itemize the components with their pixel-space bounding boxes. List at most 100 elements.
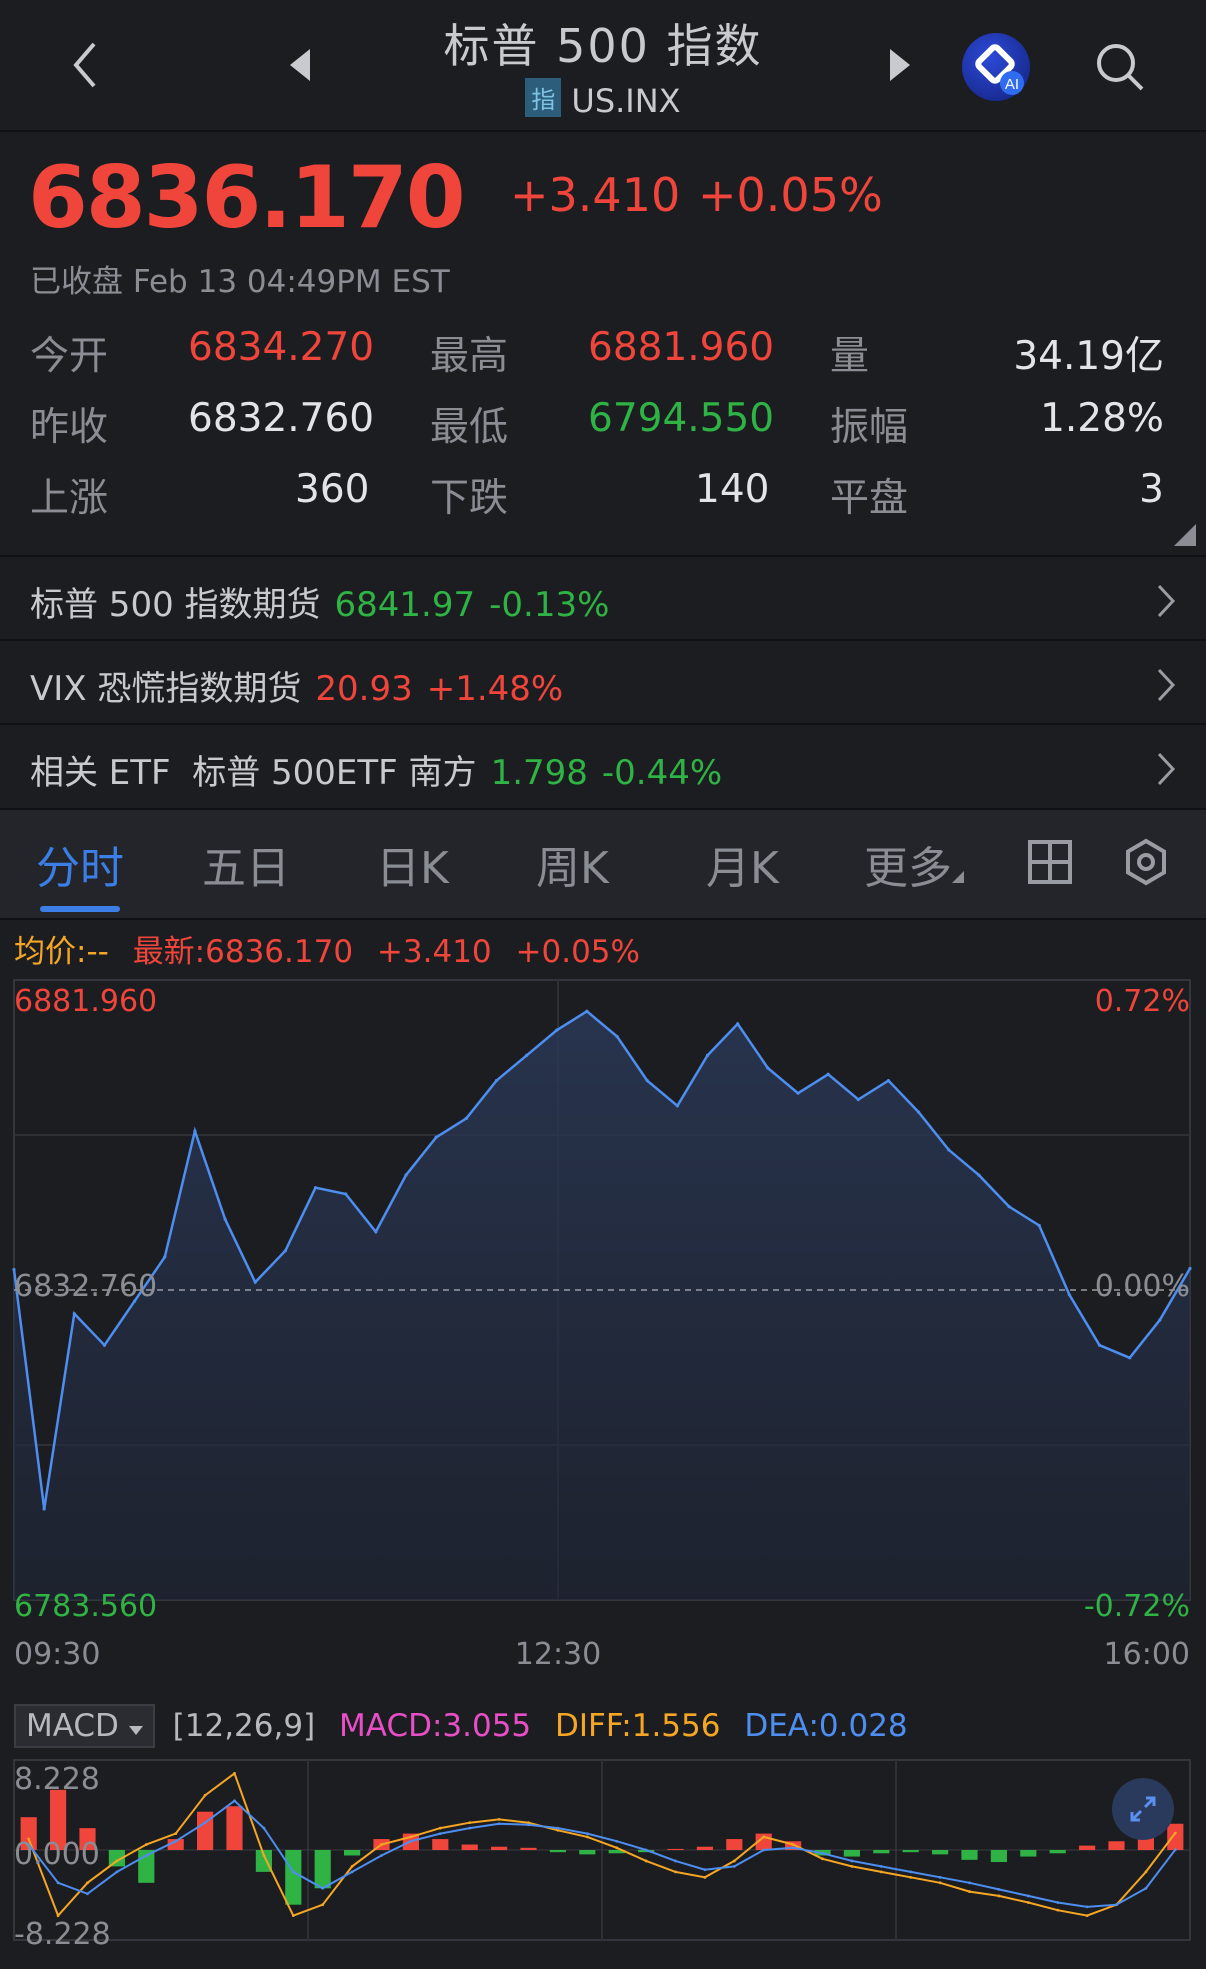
dea-point: [56, 1881, 60, 1885]
price-point: [283, 1249, 287, 1253]
open-label: 今开: [30, 334, 109, 379]
diff-point: [1085, 1914, 1089, 1918]
diff-point: [1026, 1901, 1030, 1904]
dea-point: [233, 1799, 236, 1803]
price-point: [675, 1104, 679, 1108]
ai-assistant-button[interactable]: AI: [962, 33, 1030, 101]
price-point: [42, 1507, 46, 1511]
price-point: [796, 1091, 800, 1095]
diff-point: [909, 1875, 913, 1879]
diff-point: [615, 1846, 619, 1850]
next-stock-button[interactable]: [870, 40, 930, 90]
price-point: [585, 1009, 589, 1013]
tab-daily-k[interactable]: 日K: [376, 832, 449, 896]
search-button[interactable]: [1088, 35, 1152, 99]
tab-intraday[interactable]: 分时: [36, 832, 124, 896]
prev-close-value: 6832.760: [188, 396, 375, 441]
related-row-vix[interactable]: VIX 恐慌指数期货 20.93 +1.48%: [0, 639, 1206, 723]
macd-bar: [1079, 1845, 1096, 1850]
price-point: [856, 1097, 860, 1102]
x-tick-label: 09:30: [14, 1637, 100, 1672]
diff-point: [86, 1881, 89, 1885]
dea-point: [1026, 1894, 1030, 1898]
price-area-fill: [14, 1011, 1190, 1600]
tab-weekly-k[interactable]: 周K: [536, 832, 609, 896]
diff-point: [821, 1857, 824, 1861]
low-label: 最低: [430, 405, 509, 450]
dea-point: [1144, 1886, 1148, 1890]
chart-settings-button[interactable]: [1118, 834, 1174, 890]
related-row-etf[interactable]: 相关 ETF 标普 500ETF 南方 1.798 -0.44%: [0, 723, 1206, 807]
x-tick-label: 16:00: [1104, 1637, 1190, 1672]
dea-point: [174, 1839, 178, 1843]
price-point: [464, 1116, 468, 1120]
macd-bar: [1020, 1850, 1037, 1857]
price-point: [917, 1110, 921, 1114]
expand-chart-button[interactable]: [1112, 1778, 1174, 1840]
price-point: [977, 1173, 981, 1177]
macd-bar: [873, 1850, 890, 1854]
y-left-bottom-label: 6783.560: [14, 1589, 157, 1624]
expand-corner-icon[interactable]: [1174, 524, 1196, 546]
macd-bar: [1167, 1823, 1184, 1850]
price-point: [947, 1148, 951, 1152]
macd-params: [12,26,9]: [172, 1708, 316, 1744]
price-point: [434, 1135, 438, 1139]
volume-label: 量: [830, 334, 870, 379]
flat-count-value: 3: [1139, 467, 1164, 512]
settings-hexagon-icon: [1126, 838, 1166, 886]
y-left-top-label: 6881.960: [14, 984, 157, 1019]
y-right-mid-label: 0.00%: [1095, 1269, 1190, 1304]
diff-point: [409, 1835, 413, 1839]
related-value: 6841.97: [334, 585, 476, 625]
dea-point: [732, 1865, 736, 1868]
layout-grid-button[interactable]: [1022, 834, 1078, 890]
diff-point: [380, 1843, 383, 1846]
diff-point: [762, 1835, 766, 1839]
macd-bar: [549, 1850, 566, 1853]
dea-point: [350, 1870, 354, 1874]
diff-point: [321, 1903, 325, 1907]
diff-point: [203, 1793, 207, 1797]
price-point: [1007, 1204, 1011, 1209]
dea-point: [86, 1892, 89, 1896]
related-value: 1.798: [490, 753, 588, 793]
price-point: [1037, 1223, 1041, 1228]
price-point: [1158, 1318, 1162, 1322]
active-tab-indicator: [40, 906, 120, 912]
price-point: [404, 1173, 408, 1177]
tab-monthly-k[interactable]: 月K: [706, 832, 779, 896]
related-change: -0.13%: [489, 585, 610, 625]
price-point: [766, 1066, 770, 1070]
dea-point: [850, 1859, 854, 1863]
y-right-top-label: 0.72%: [1095, 984, 1190, 1019]
low-value: 6794.550: [588, 396, 775, 441]
dea-point: [262, 1826, 266, 1830]
diff-point: [703, 1875, 707, 1879]
dea-point: [556, 1826, 560, 1830]
diff-point: [644, 1859, 648, 1863]
tab-five-day[interactable]: 五日: [202, 832, 290, 896]
dea-point: [821, 1851, 824, 1855]
price-point: [615, 1034, 619, 1039]
price-chart[interactable]: 6881.960 6832.760 6783.560 0.72% 0.00% -…: [0, 960, 1206, 1969]
price-point: [1097, 1343, 1102, 1347]
symbol-code: US.INX: [571, 82, 681, 120]
macd-bar: [1108, 1841, 1125, 1850]
dea-point: [1085, 1905, 1089, 1909]
amplitude-value: 1.28%: [1040, 396, 1164, 441]
dea-point: [321, 1886, 325, 1890]
macd-y-top-label: 8.228: [14, 1762, 100, 1797]
diff-point: [938, 1881, 942, 1885]
tab-more[interactable]: 更多: [864, 832, 964, 896]
dea-point: [909, 1870, 913, 1874]
price-point: [705, 1053, 710, 1057]
macd-bar: [726, 1839, 743, 1850]
related-row-futures[interactable]: 标普 500 指数期货 6841.97 -0.13%: [0, 555, 1206, 639]
indicator-selector[interactable]: MACD: [14, 1704, 155, 1748]
dea-point: [527, 1823, 530, 1827]
dea-point: [997, 1887, 1001, 1891]
volume-value: 34.19亿: [1013, 334, 1164, 379]
dea-point: [203, 1821, 207, 1825]
macd-bar: [314, 1850, 331, 1889]
